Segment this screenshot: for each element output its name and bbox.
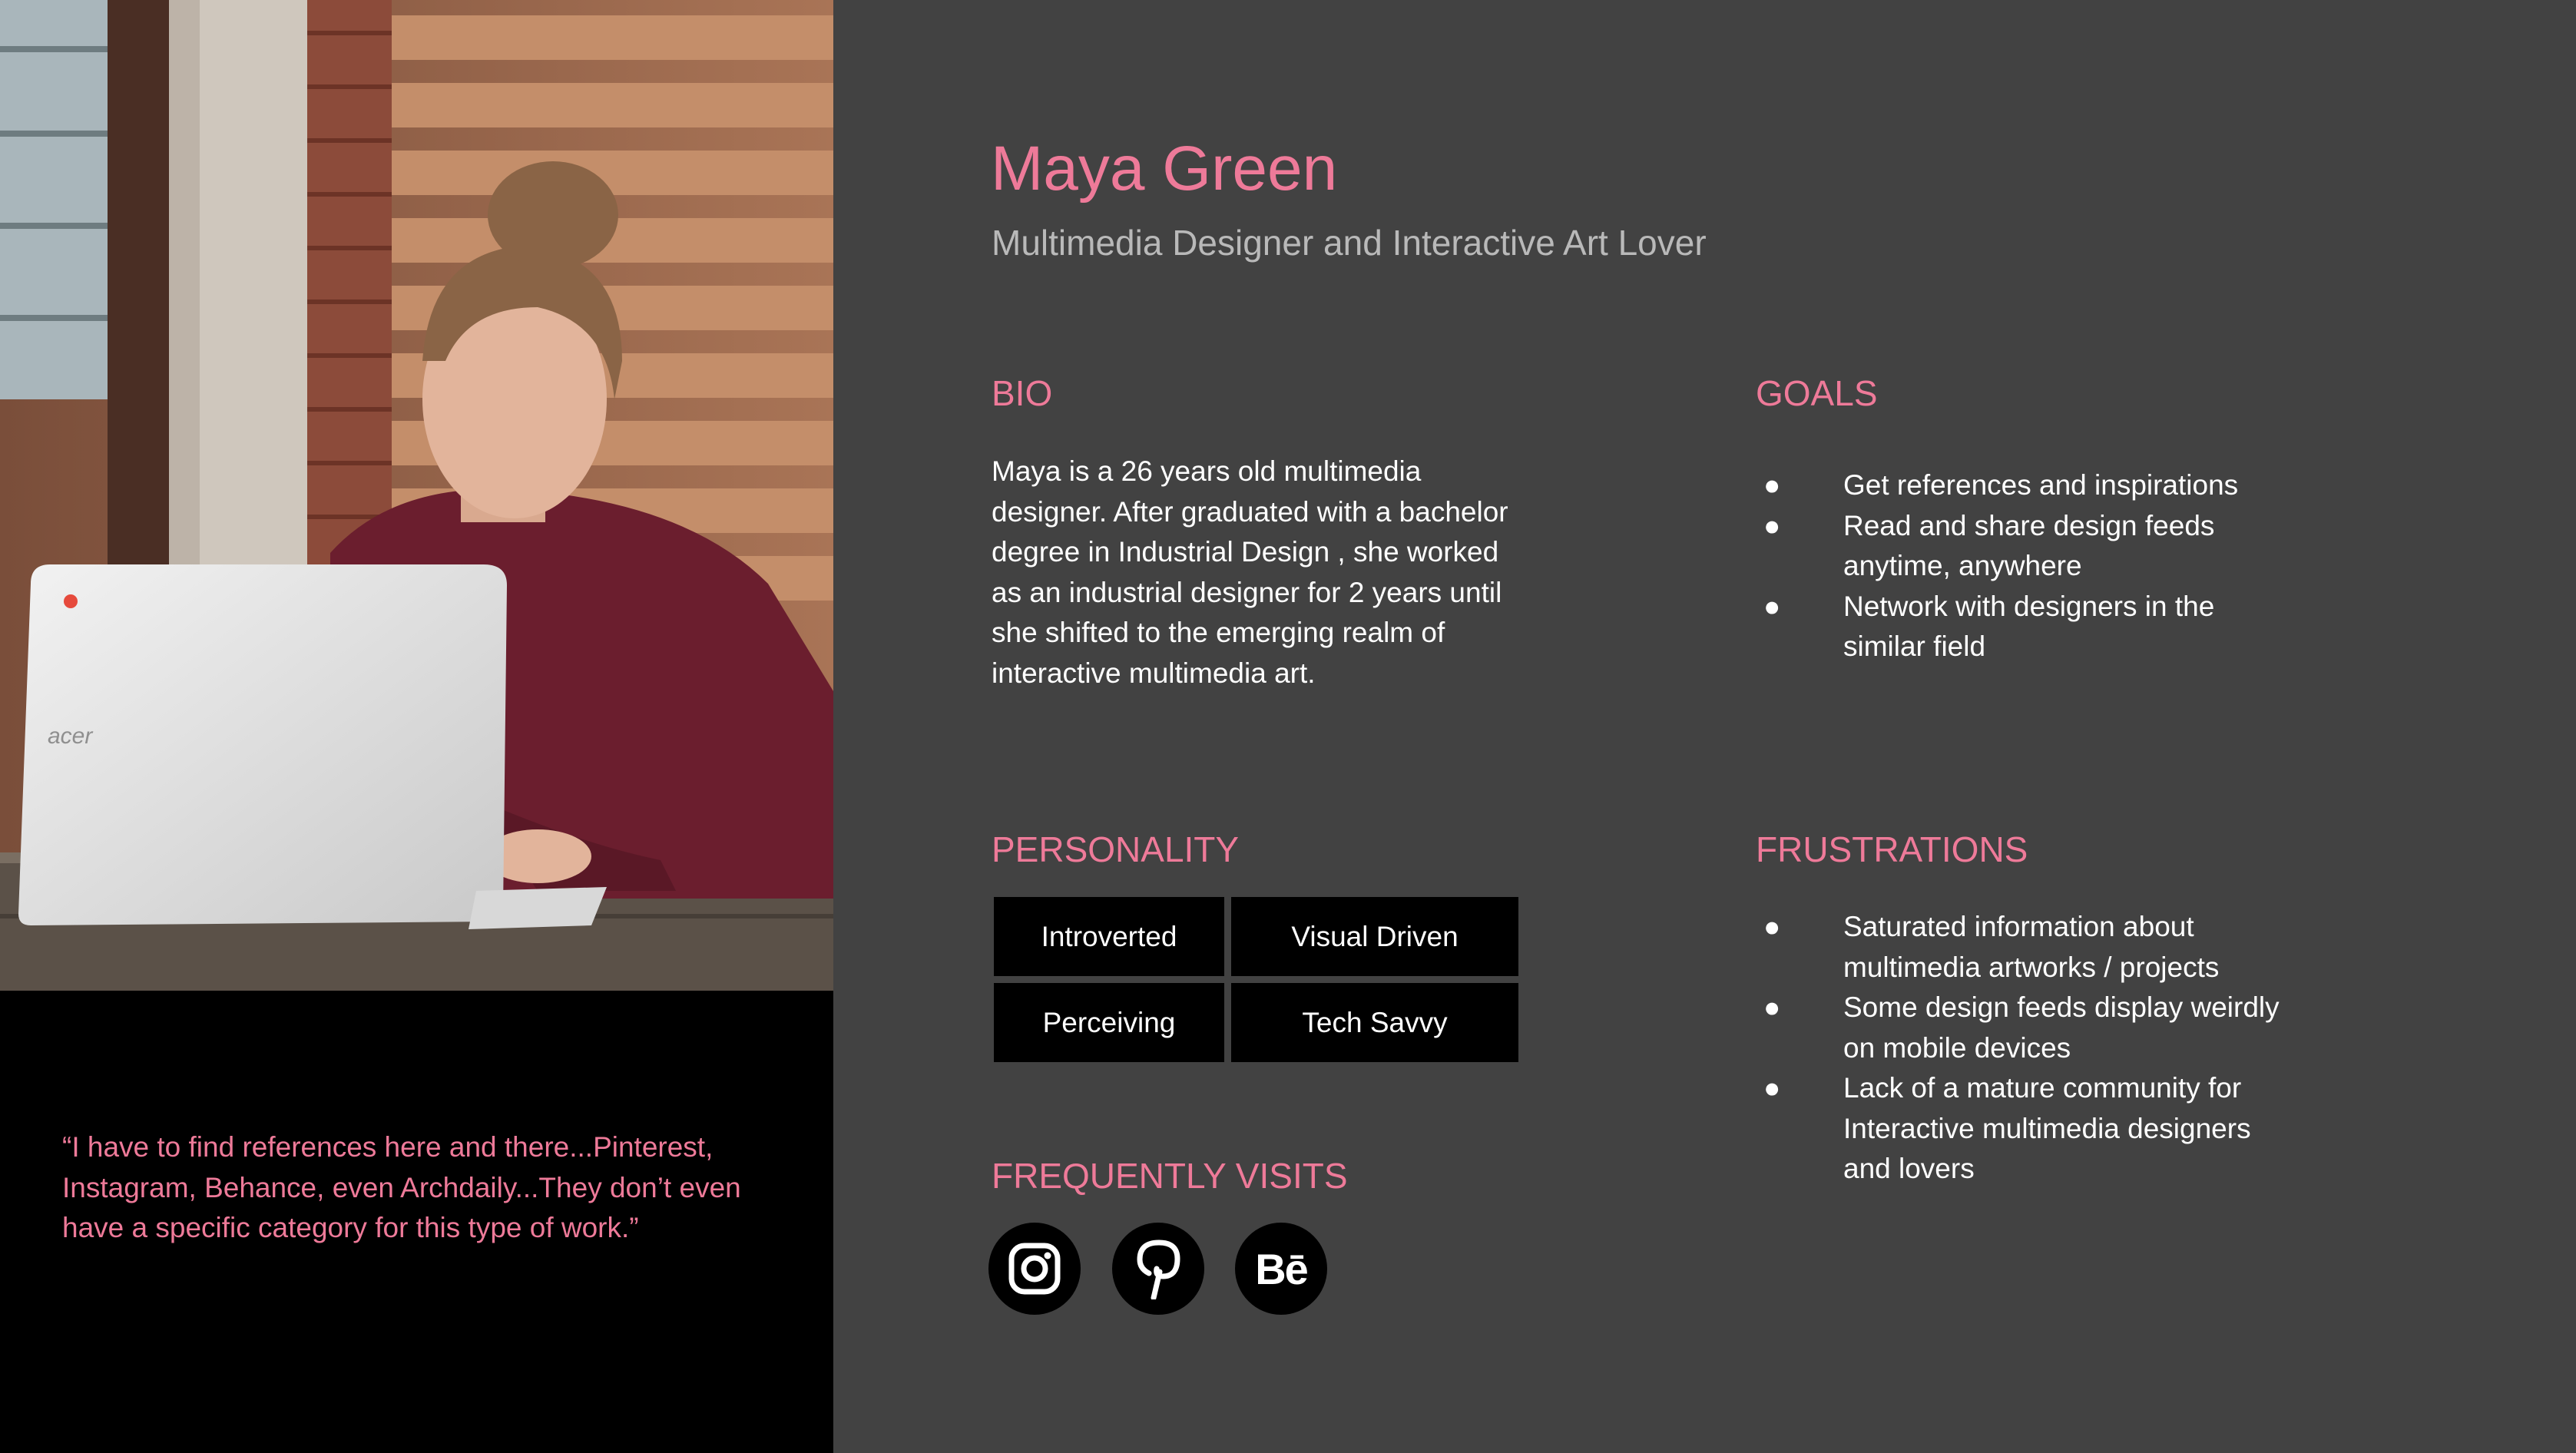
personality-tag: Tech Savvy	[1231, 983, 1518, 1062]
goal-item: ● Network with designers in the similar f…	[1757, 587, 2273, 667]
pinterest-icon[interactable]	[1112, 1223, 1204, 1315]
frustration-item: ● Saturated information about multimedia …	[1757, 907, 2304, 988]
frustrations-list: ● Saturated information about multimedia …	[1757, 907, 2304, 1190]
details-panel	[833, 0, 2576, 1453]
instagram-icon[interactable]	[988, 1223, 1081, 1315]
personality-tag: Perceiving	[994, 983, 1224, 1062]
frustration-text: Saturated information about multimedia a…	[1843, 911, 2220, 983]
persona-quote: “I have to find references here and ther…	[62, 1131, 741, 1243]
frustration-text: Lack of a mature community for Interacti…	[1843, 1072, 2251, 1184]
bio-heading: BIO	[992, 373, 1053, 413]
persona-subtitle: Multimedia Designer and Interactive Art …	[992, 223, 1707, 263]
left-panel: acer “I have to find references here and…	[0, 0, 833, 1453]
frequently-visits-heading: FREQUENTLY VISITS	[992, 1156, 1348, 1196]
personality-heading: PERSONALITY	[992, 829, 1240, 869]
goal-text: Read and share design feeds anytime, any…	[1843, 509, 2215, 582]
persona-photo: acer	[0, 0, 833, 991]
bullet-icon: ●	[1763, 1072, 1781, 1104]
frustration-item: ● Lack of a mature community for Interact…	[1757, 1068, 2304, 1190]
bio-text: Maya is a 26 years old multimedia design…	[992, 455, 1508, 689]
laptop-brand: acer	[48, 723, 93, 749]
frustrations-heading: FRUSTRATIONS	[1756, 829, 2028, 869]
bullet-icon: ●	[1763, 469, 1781, 501]
behance-glyph: Bē	[1255, 1244, 1309, 1293]
goal-text: Get references and inspirations	[1843, 469, 2239, 501]
personality-tag: Introverted	[994, 897, 1224, 976]
goal-item: ● Read and share design feeds anytime, an…	[1757, 506, 2273, 587]
bullet-icon: ●	[1763, 509, 1781, 541]
bullet-icon: ●	[1763, 590, 1781, 622]
goals-list: ● Get references and inspirations ● Read a…	[1757, 465, 2273, 667]
frustration-text: Some design feeds display weirdly on mob…	[1843, 991, 2280, 1064]
goals-heading: GOALS	[1756, 373, 1878, 413]
bullet-icon: ●	[1763, 911, 1781, 942]
persona-name: Maya Green	[991, 134, 1338, 204]
personality-tag: Visual Driven	[1231, 897, 1518, 976]
goal-item: ● Get references and inspirations	[1757, 465, 2273, 506]
goal-text: Network with designers in the similar fi…	[1843, 590, 2215, 663]
personality-tags: Introverted Visual Driven Perceiving Tec…	[994, 897, 1518, 1062]
frustration-item: ● Some design feeds display weirdly on mo…	[1757, 988, 2304, 1068]
behance-icon[interactable]: Bē	[1235, 1223, 1327, 1315]
bullet-icon: ●	[1763, 991, 1781, 1023]
